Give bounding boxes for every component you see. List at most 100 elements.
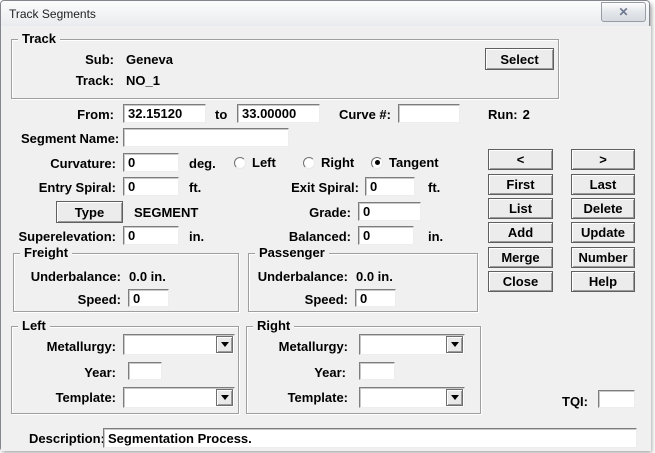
right-rail-group-label: Right (253, 319, 294, 333)
prev-button[interactable]: < (488, 149, 553, 170)
entry-spiral-input[interactable]: 0 (123, 177, 179, 196)
run-indicator: Run: 2 (488, 107, 530, 122)
passenger-underbalance-value: 0.0 in. (356, 269, 393, 284)
balanced-unit-label: in. (428, 229, 443, 244)
track-group: Track (11, 39, 559, 99)
title-bar: Track Segments ✕ (1, 1, 649, 26)
left-template-label: Template: (46, 390, 116, 405)
segment-name-input[interactable] (123, 128, 289, 147)
exit-spiral-unit-label: ft. (428, 180, 440, 195)
dialog-client-area: Track Sub: Geneva Track: NO_1 Select Fro… (1, 26, 651, 451)
right-metallurgy-label: Metallurgy: (266, 339, 348, 354)
superelevation-unit-label: in. (189, 229, 204, 244)
exit-spiral-label: Exit Spiral: (269, 180, 359, 195)
sub-label: Sub: (44, 52, 114, 67)
curve-number-input[interactable] (398, 104, 460, 123)
entry-spiral-unit-label: ft. (189, 180, 201, 195)
curvature-unit-label: deg. (189, 156, 216, 171)
chevron-down-icon[interactable] (446, 389, 463, 406)
balanced-label: Balanced: (279, 229, 351, 244)
radio-left-label: Left (252, 155, 276, 170)
right-metallurgy-select[interactable] (359, 334, 465, 355)
entry-spiral-label: Entry Spiral: (21, 180, 116, 195)
number-button[interactable]: Number (571, 247, 635, 268)
down-arrow-icon (221, 395, 229, 400)
close-button[interactable]: ✕ (601, 2, 646, 22)
radio-tangent-circle-icon (371, 157, 383, 169)
first-button[interactable]: First (488, 174, 553, 195)
radio-left[interactable]: Left (234, 155, 276, 170)
freight-speed-label: Speed: (51, 292, 121, 307)
radio-right[interactable]: Right (303, 155, 354, 170)
left-metallurgy-select[interactable] (123, 334, 235, 355)
balanced-input[interactable]: 0 (358, 226, 414, 245)
grade-input[interactable]: 0 (358, 202, 421, 221)
track-label: Track: (44, 73, 114, 88)
update-button[interactable]: Update (571, 222, 635, 243)
select-button[interactable]: Select (485, 48, 554, 70)
passenger-group-label: Passenger (255, 246, 329, 260)
next-button[interactable]: > (571, 149, 635, 170)
curvature-input[interactable]: 0 (123, 153, 179, 172)
down-arrow-icon (451, 395, 459, 400)
chevron-down-icon[interactable] (446, 336, 463, 353)
sub-value: Geneva (126, 52, 173, 67)
description-input[interactable]: Segmentation Process. (103, 428, 637, 448)
tqi-input[interactable] (598, 390, 635, 408)
left-year-label: Year: (66, 365, 116, 380)
segment-name-label: Segment Name: (21, 131, 116, 146)
freight-speed-input[interactable]: 0 (128, 289, 169, 307)
right-template-select[interactable] (359, 387, 465, 408)
curve-number-label: Curve #: (319, 107, 391, 122)
to-input[interactable]: 33.00000 (237, 104, 320, 123)
merge-button[interactable]: Merge (488, 247, 553, 268)
exit-spiral-input[interactable]: 0 (365, 177, 415, 196)
tqi-label: TQI: (562, 394, 588, 409)
left-template-select[interactable] (123, 387, 235, 408)
list-button[interactable]: List (488, 198, 553, 219)
delete-button[interactable]: Delete (571, 198, 635, 219)
freight-group-label: Freight (20, 246, 72, 260)
superelevation-label: Superelevation: (14, 229, 116, 244)
description-label: Description: (29, 431, 105, 446)
left-rail-group-label: Left (18, 319, 50, 333)
right-year-label: Year: (296, 365, 346, 380)
help-button[interactable]: Help (571, 271, 635, 292)
close-icon: ✕ (618, 6, 628, 18)
grade-label: Grade: (289, 205, 351, 220)
window-title: Track Segments (9, 7, 96, 21)
chevron-down-icon[interactable] (216, 389, 233, 406)
chevron-down-icon[interactable] (216, 336, 233, 353)
from-label: From: (44, 107, 114, 122)
add-button[interactable]: Add (488, 222, 553, 243)
radio-tangent-label: Tangent (389, 155, 439, 170)
to-label: to (215, 107, 227, 122)
radio-right-circle-icon (303, 157, 315, 169)
track-value: NO_1 (126, 73, 160, 88)
type-value: SEGMENT (134, 205, 198, 220)
radio-tangent[interactable]: Tangent (371, 155, 439, 170)
last-button[interactable]: Last (571, 174, 635, 195)
right-year-input[interactable] (359, 362, 395, 380)
run-label: Run: (488, 107, 518, 122)
left-year-input[interactable] (128, 362, 162, 380)
track-group-label: Track (18, 32, 60, 46)
down-arrow-icon (451, 342, 459, 347)
freight-underbalance-label: Underbalance: (19, 269, 121, 284)
radio-right-label: Right (321, 155, 354, 170)
close-dialog-button[interactable]: Close (488, 271, 553, 292)
passenger-speed-input[interactable]: 0 (355, 289, 396, 307)
run-value: 2 (523, 107, 530, 122)
freight-underbalance-value: 0.0 in. (129, 269, 166, 284)
passenger-underbalance-label: Underbalance: (246, 269, 348, 284)
passenger-speed-label: Speed: (278, 292, 348, 307)
right-template-label: Template: (278, 390, 348, 405)
down-arrow-icon (221, 342, 229, 347)
track-segments-dialog: Track Segments ✕ Track Sub: Geneva Track… (0, 0, 650, 450)
type-button[interactable]: Type (56, 201, 123, 223)
radio-left-circle-icon (234, 157, 246, 169)
superelevation-input[interactable]: 0 (123, 226, 179, 245)
curvature-label: Curvature: (36, 156, 116, 171)
left-metallurgy-label: Metallurgy: (34, 339, 116, 354)
from-input[interactable]: 32.15120 (123, 104, 206, 123)
